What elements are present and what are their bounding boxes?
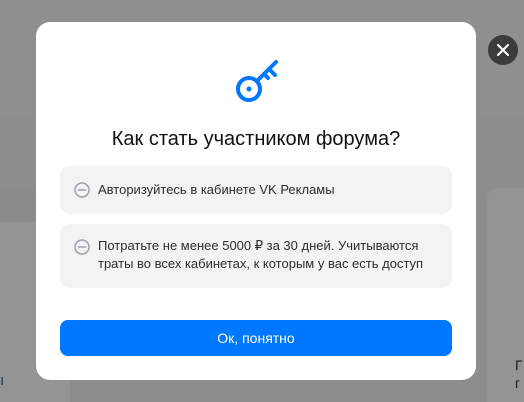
requirement-item: Потратьте не менее 5000 ₽ за 30 дней. Уч… [60, 224, 452, 288]
ok-button[interactable]: Ок, понятно [60, 320, 452, 356]
requirement-text: Авторизуйтесь в кабинете VK Рекламы [98, 182, 335, 197]
forum-membership-modal: Как стать участником форума? Авторизуйте… [36, 22, 476, 380]
requirement-item: Авторизуйтесь в кабинете VK Рекламы [60, 166, 452, 214]
requirement-text: Потратьте не менее 5000 ₽ за 30 дней. Уч… [98, 238, 424, 271]
minus-circle-icon [74, 182, 90, 198]
modal-title: Как стать участником форума? [111, 128, 401, 150]
key-icon [236, 60, 278, 102]
close-button[interactable] [488, 35, 518, 65]
close-icon [497, 44, 509, 56]
minus-circle-icon [74, 239, 90, 255]
